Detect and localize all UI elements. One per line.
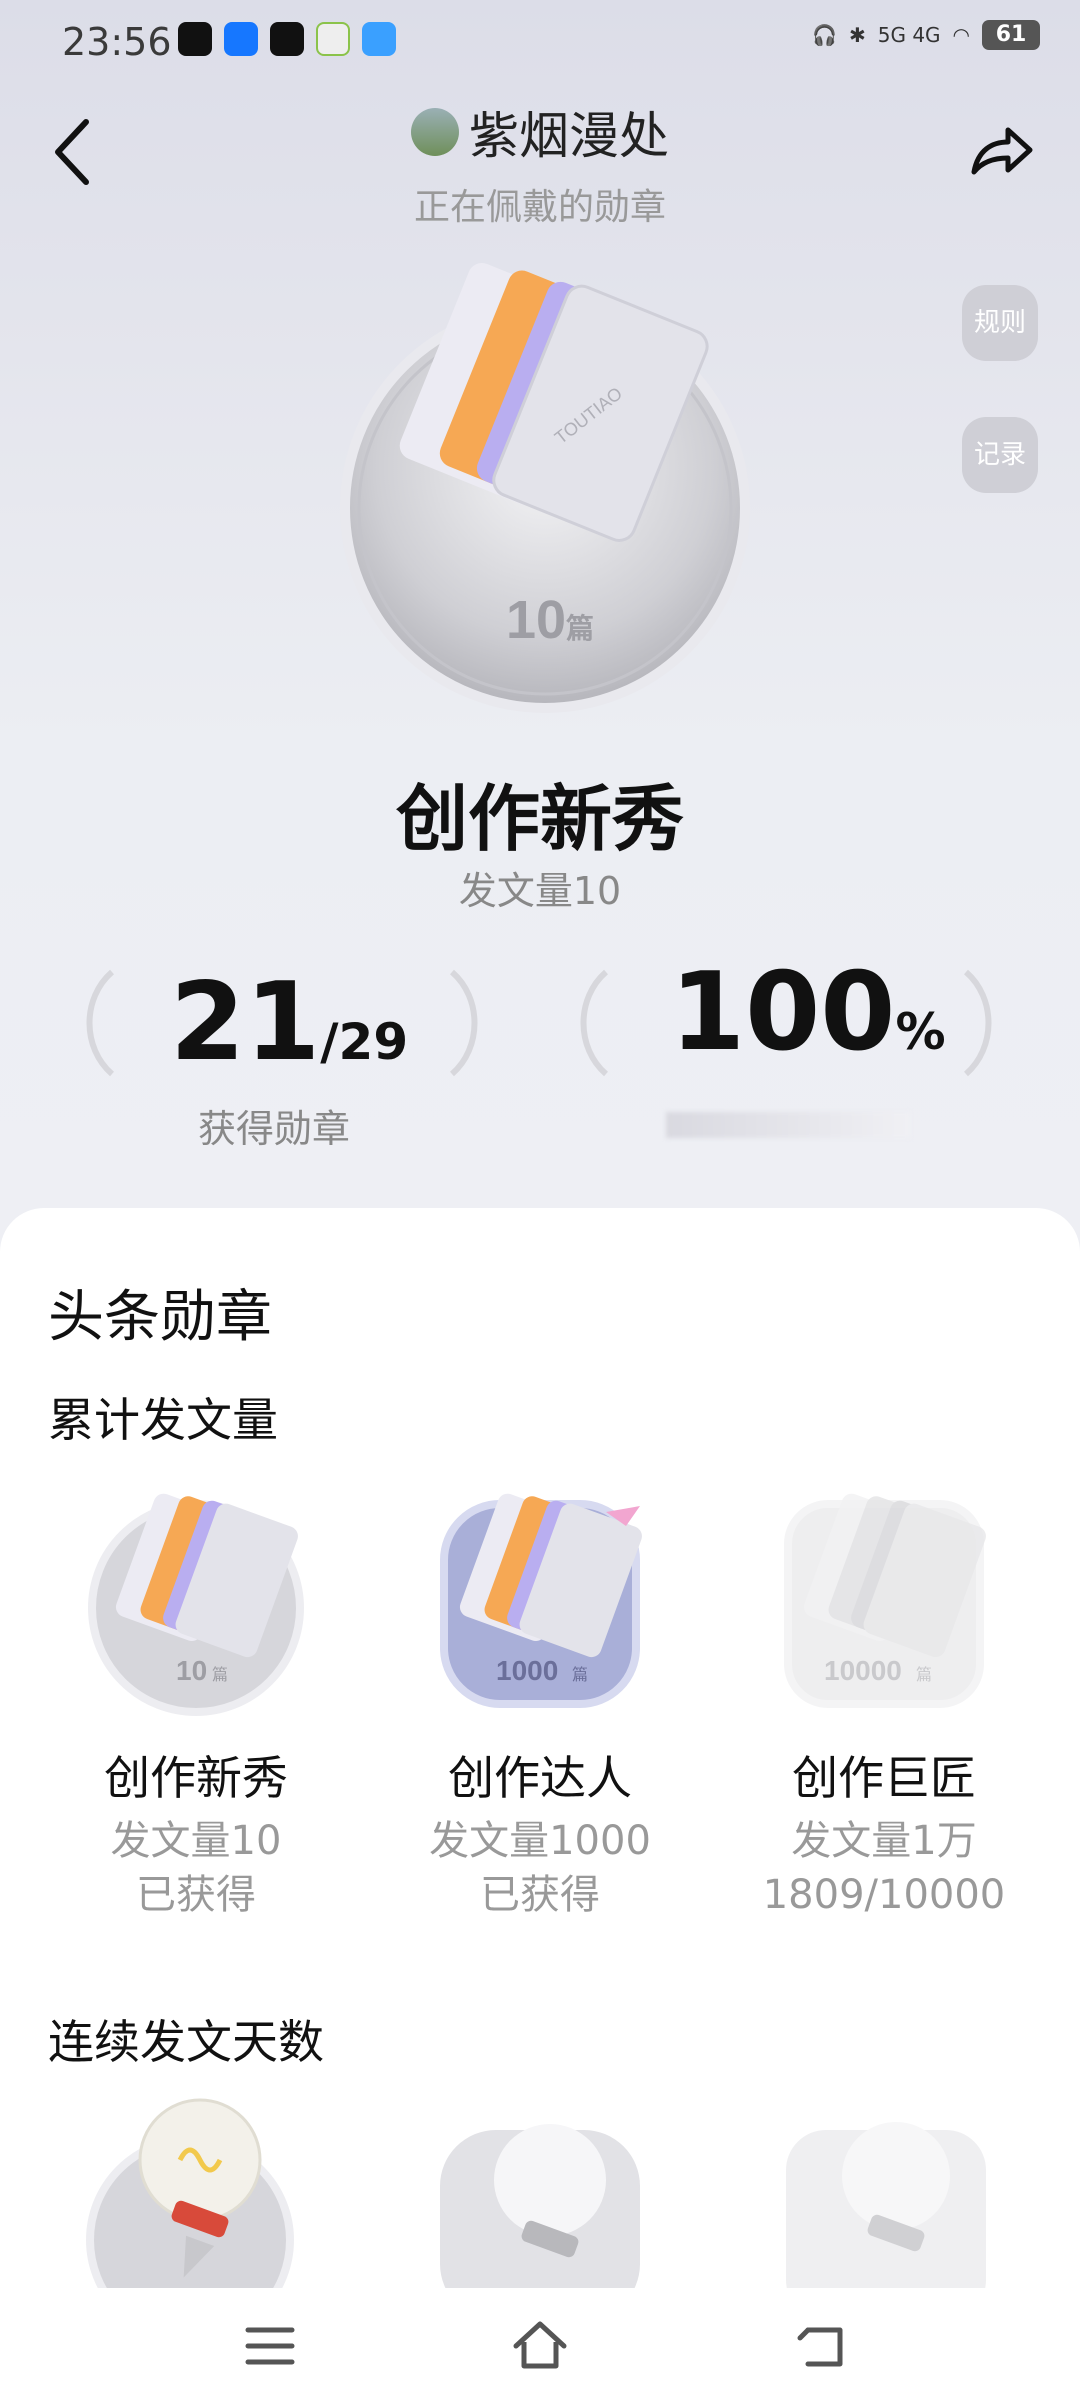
earned-label: 获得勋章 (198, 1107, 351, 1151)
medal-item-progress: 1809/10000 (762, 1872, 1006, 1918)
medal-item-desc: 发文量1万 (791, 1818, 977, 1864)
tiktok-icon (178, 22, 212, 56)
medal-item-unit: 篇 (916, 1665, 932, 1684)
percent-value: 100 (670, 950, 896, 1075)
group1-title: 累计发文量 (48, 1393, 278, 1447)
status-bar: 23:56 🎧 ✱ 5G 4G ◠ 61 (0, 0, 1080, 84)
avatar[interactable] (411, 108, 459, 156)
wearing-subtitle: 正在佩戴的勋章 (413, 187, 666, 228)
wifi-icon: ◠ (952, 23, 970, 47)
laurel-left-icon (580, 969, 609, 1077)
network-label: 5G 4G (877, 23, 941, 47)
earned-count-stat: 21/29 (170, 960, 408, 1085)
system-indicators: 🎧 ✱ 5G 4G ◠ 61 (812, 20, 1040, 50)
medal-item-desc: 发文量10 (110, 1818, 282, 1864)
medal-item-name: 创作新秀 (104, 1751, 288, 1805)
current-medal-subtitle: 发文量10 (458, 869, 622, 913)
medal-item-status: 已获得 (480, 1872, 600, 1918)
laurel-left-icon (86, 969, 115, 1077)
medal-item-status: 已获得 (136, 1872, 256, 1918)
menu-icon[interactable] (240, 2316, 300, 2376)
lightbulb-medal-icon[interactable] (430, 2110, 650, 2290)
capcut-icon (270, 22, 304, 56)
lightbulb-medal-icon[interactable] (776, 2100, 996, 2290)
rules-button[interactable]: 规则 (962, 285, 1038, 361)
percent-sign: % (895, 1003, 946, 1061)
medal-item-unit: 篇 (572, 1665, 588, 1684)
bluetooth-icon: ✱ (848, 23, 866, 47)
medal-item-image: 10000 篇 (784, 1493, 986, 1708)
medal-item-name: 创作达人 (448, 1751, 632, 1805)
blurred-percent-label (666, 1112, 910, 1138)
medal-item-number: 10 (176, 1655, 207, 1686)
medal-item-unit: 篇 (212, 1665, 228, 1684)
video-app-icon (316, 22, 350, 56)
notification-icons (178, 22, 396, 56)
earned-total: /29 (320, 1013, 409, 1071)
username: 紫烟漫处 (469, 107, 669, 165)
medal-badge-number: 10 (506, 590, 566, 650)
medal-item-number: 10000 (824, 1655, 902, 1686)
laurel-right-icon (449, 969, 478, 1077)
medal-item-image: 10 篇 (88, 1493, 304, 1716)
browser-icon (362, 22, 396, 56)
medal-item-name: 创作巨匠 (792, 1751, 976, 1805)
medal-item[interactable]: 10000 篇 创作巨匠 发文量1万 1809/10000 (734, 1480, 1034, 1922)
user-header: 紫烟漫处 (0, 96, 1080, 168)
alipay-icon (224, 22, 258, 56)
records-button[interactable]: 记录 (962, 417, 1038, 493)
home-icon[interactable] (510, 2316, 570, 2376)
status-time: 23:56 (62, 20, 172, 64)
back-nav-icon[interactable] (796, 2316, 856, 2376)
medal-item[interactable]: 1000 篇 创作达人 发文量1000 已获得 (390, 1480, 690, 1922)
laurel-right-icon (963, 969, 992, 1077)
medal-item-image: 1000 篇 (440, 1493, 642, 1708)
medal-item-desc: 发文量1000 (429, 1818, 651, 1864)
battery-indicator: 61 (982, 20, 1040, 50)
current-medal-title: 创作新秀 (395, 777, 684, 861)
medal-badge-unit: 篇 (566, 612, 594, 645)
section-title: 头条勋章 (48, 1285, 272, 1350)
current-medal-image[interactable]: TOUTIAO 10 篇 (336, 248, 754, 718)
earned-count: 21 (170, 960, 321, 1085)
medal-item[interactable]: 10 篇 创作新秀 发文量10 已获得 (46, 1480, 346, 1922)
medal-item-number: 1000 (496, 1655, 558, 1686)
lightbulb-medal-icon[interactable] (80, 2090, 300, 2290)
percent-stat: 100% (670, 950, 946, 1075)
group2-title: 连续发文天数 (48, 2015, 324, 2069)
headphones-icon: 🎧 (812, 23, 837, 47)
